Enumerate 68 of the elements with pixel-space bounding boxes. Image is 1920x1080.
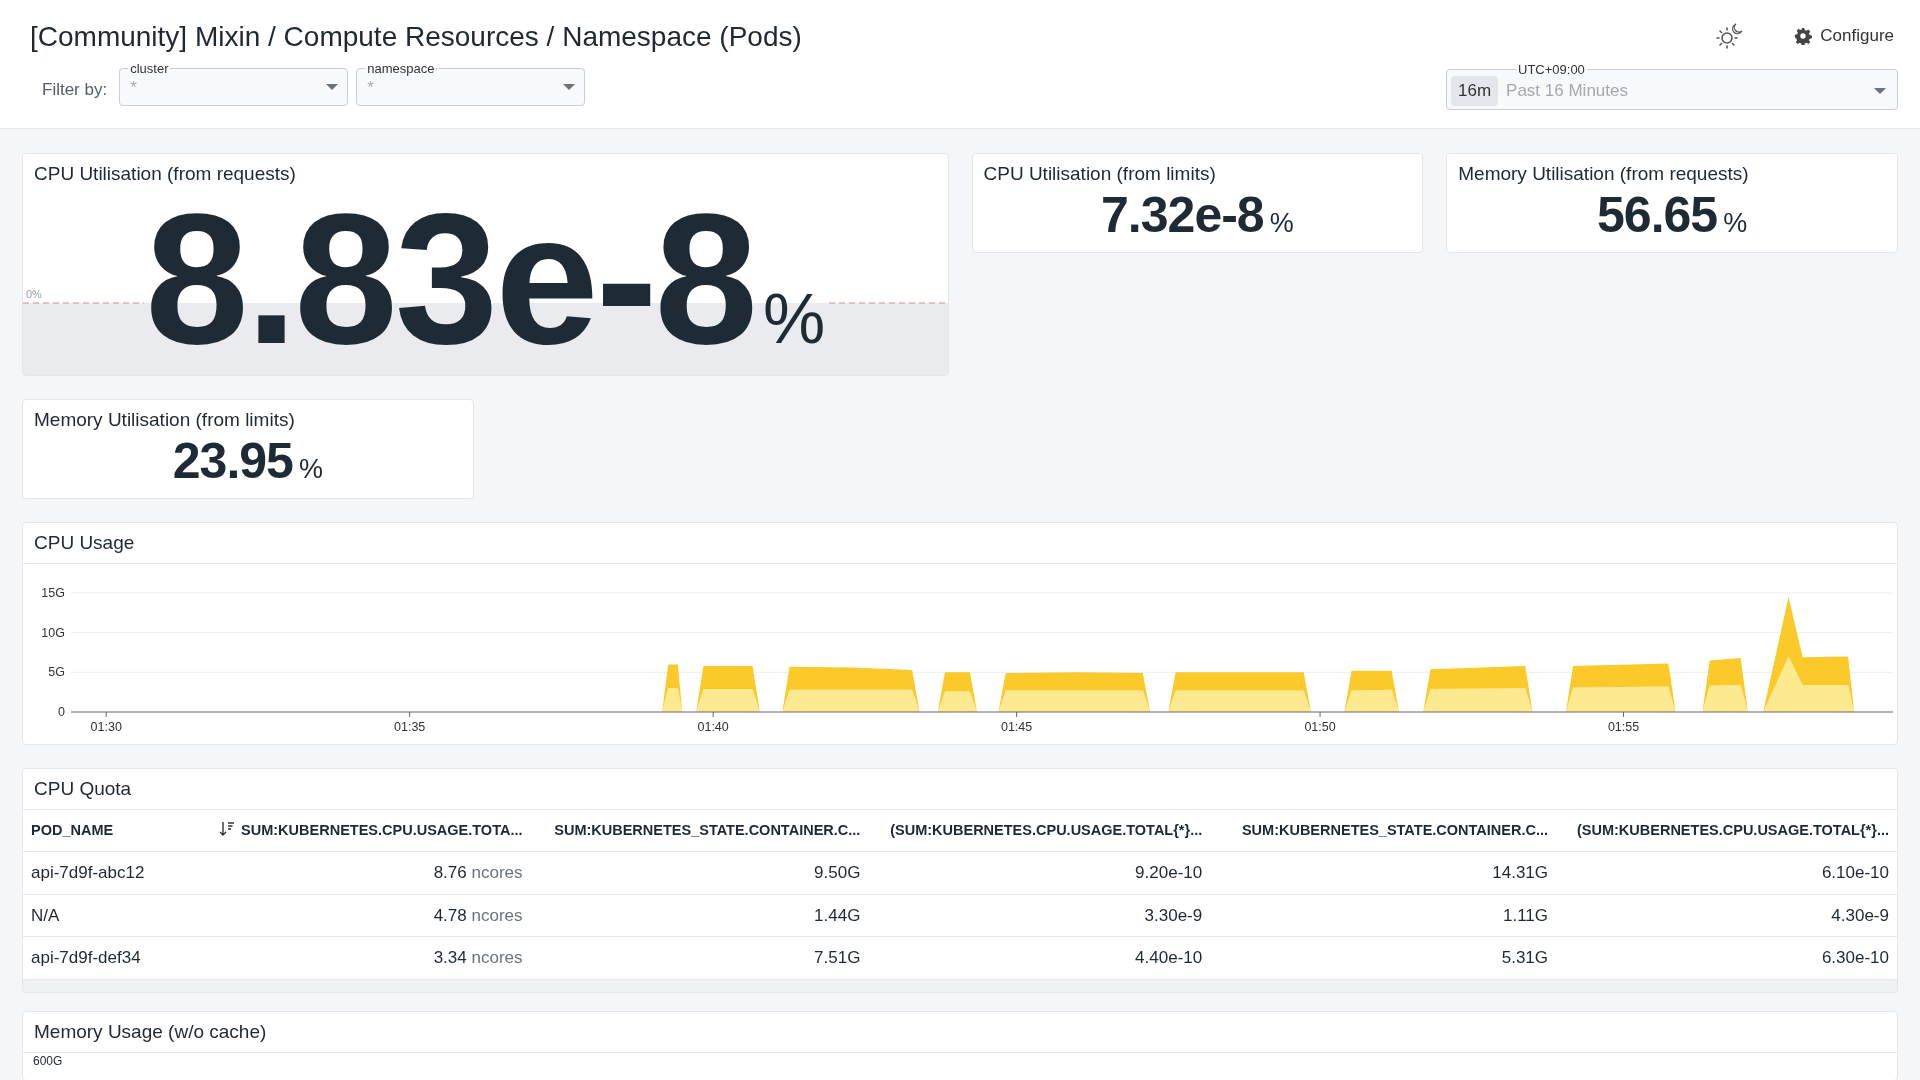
caret-icon [325,83,340,92]
tick-label: 5G [48,665,65,679]
stat-value: 7.32e-8 [1101,189,1264,240]
column-header[interactable]: (SUM:KUBERNETES.CPU.USAGE.TOTAL{*}... [1556,809,1897,852]
cell-value: 4.78 [433,905,467,925]
panel-title: CPU Usage [34,532,135,553]
stat-value: 8.83e-8 [145,185,756,372]
field-label: cluster [129,61,170,75]
stat-unit: % [763,283,826,354]
gear-icon [1794,27,1813,45]
field-label: namespace [366,61,436,75]
panel-title: CPU Utilisation (from limits) [982,162,1217,186]
tick-label: 01:55 [1607,719,1640,734]
table-cell: 4.40e-10 [868,936,1211,980]
stat-unit: % [298,455,323,483]
table-cell: 1.44G [530,894,869,937]
panel-title: CPU Utilisation (from requests) [33,162,297,186]
panel-title: Memory Usage (w/o cache) [34,1020,267,1042]
tick-label: 600G [33,1054,64,1067]
tick-label: 01:35 [394,719,426,734]
table-cell: 1.11G [1210,894,1557,937]
column-header[interactable]: SUM:KUBERNETES_STATE.CONTAINER.C... [530,809,869,852]
tick-label: 10G [41,625,65,640]
unit-label: ncores [471,948,523,968]
table-cell: 14.31G [1210,851,1557,895]
threshold-label: 0% [26,288,42,300]
tick-label: 0 [58,704,65,719]
table-cell: 3.30e-9 [868,894,1211,937]
table-cell: 5.31G [1210,936,1557,980]
tick-label: 15G [41,585,65,600]
filter-dropdown[interactable]: cluster * [119,61,349,107]
unit-label: ncores [471,863,523,883]
panel-title: Memory Utilisation (from limits) [33,408,296,432]
table-cell: 6.10e-10 [1556,851,1897,895]
table-cell: 9.20e-10 [868,851,1211,895]
tick-label: 01:40 [697,719,729,734]
theme-toggle-icon[interactable] [1716,22,1745,50]
time-range-picker[interactable]: UTC+09:00 16m Past 16 Minutes [1446,63,1898,110]
table-cell: 4.30e-9 [1556,894,1897,937]
table-cell: api-7d9f-abc12 [23,851,186,895]
tick-label: 01:50 [1304,719,1336,734]
table-cell: 9.50G [530,851,869,895]
timezone-label: UTC+09:00 [1517,63,1586,76]
table-cell: 7.51G [530,936,869,980]
panel-title: Memory Utilisation (from requests) [1457,162,1750,186]
unit-label: ncores [471,905,523,925]
panel-title: CPU Quota [34,778,132,799]
cell-value: 8.76 [433,863,467,883]
configure-button[interactable]: Configure [1794,23,1894,49]
column-header[interactable]: (SUM:KUBERNETES.CPU.USAGE.TOTAL{*}... [868,809,1211,852]
tick-label: 01:45 [1000,719,1033,734]
table-cell: api-7d9f-def34 [23,936,186,980]
caret-icon [1873,86,1887,95]
column-header[interactable]: SUM:KUBERNETES.CPU.USAGE.TOTA... [185,809,531,852]
caret-icon [562,83,577,92]
tick-label: 01:30 [90,719,122,734]
stat-value: 23.95 [172,435,293,486]
dashboard-title: [Community] Mixin / Compute Resources / Namespace (Pods) [30,20,802,54]
duration-badge: 16m [1451,76,1499,106]
table-cell: 6.30e-10 [1556,936,1897,980]
column-header[interactable]: SUM:KUBERNETES_STATE.CONTAINER.C... [1210,809,1557,852]
cell-value: 3.34 [433,948,467,968]
stat-unit: % [1723,209,1748,237]
table-cell: N/A [23,894,186,937]
stat-value: 56.65 [1597,189,1718,240]
column-header[interactable]: POD_NAME [23,809,186,852]
filter-label: Filter by: [42,78,108,101]
stat-unit: % [1269,209,1294,237]
